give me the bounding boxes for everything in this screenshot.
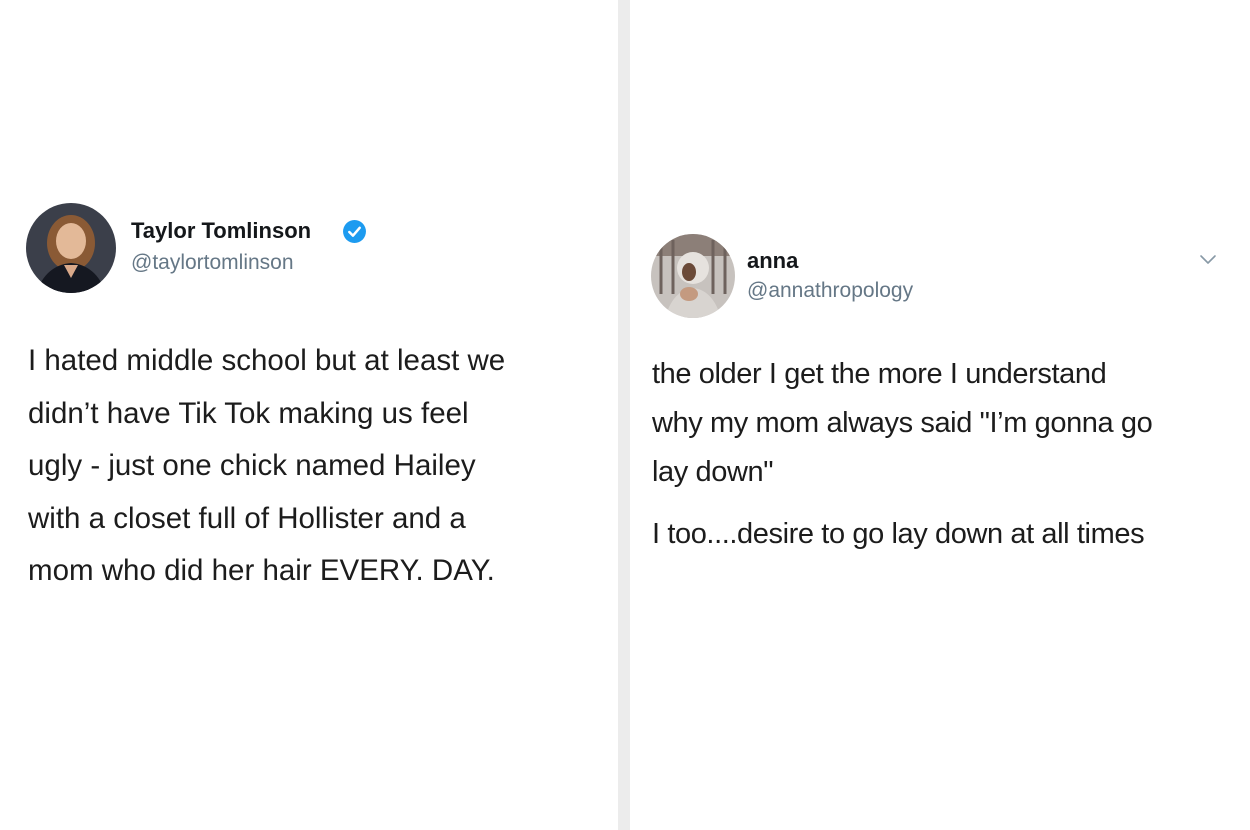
tweet-card-right: anna @annathropology the older I get the… bbox=[630, 0, 1250, 830]
tweet-text-line: the older I get the more I understand bbox=[652, 358, 1107, 390]
tweet-text-line: I hated middle school but at least we bbox=[28, 344, 506, 377]
author-handle[interactable]: @taylortomlinson bbox=[131, 251, 294, 275]
profile-photo-icon bbox=[651, 234, 735, 318]
author-name[interactable]: anna bbox=[747, 248, 798, 274]
author-name[interactable]: Taylor Tomlinson bbox=[131, 218, 311, 244]
avatar[interactable] bbox=[651, 234, 735, 318]
profile-photo-icon bbox=[26, 203, 116, 293]
tweet-text: I hated middle school but at least we di… bbox=[28, 335, 505, 598]
tweet-text-line: why my mom always said "I’m gonna go bbox=[652, 407, 1153, 439]
tweet-card-left: Taylor Tomlinson @taylortomlinson I hate… bbox=[0, 0, 618, 830]
tweet-text-line: I too....desire to go lay down at all ti… bbox=[652, 518, 1145, 550]
tweet-text: the older I get the more I understand wh… bbox=[652, 350, 1153, 559]
tweet-text-line: didn’t have Tik Tok making us feel bbox=[28, 396, 469, 430]
author-handle[interactable]: @annathropology bbox=[747, 279, 913, 303]
tweet-text-line: mom who did her hair EVERY. DAY. bbox=[28, 554, 495, 587]
tweet-text-line: ugly - just one chick named Hailey bbox=[28, 449, 476, 482]
verified-badge-icon bbox=[342, 219, 367, 244]
tweet-text-line: lay down" bbox=[652, 456, 774, 488]
panel-divider bbox=[618, 0, 630, 830]
tweet-text-line: with a closet full of Hollister and a bbox=[28, 501, 466, 535]
avatar[interactable] bbox=[26, 203, 116, 293]
chevron-down-icon[interactable] bbox=[1198, 253, 1218, 267]
